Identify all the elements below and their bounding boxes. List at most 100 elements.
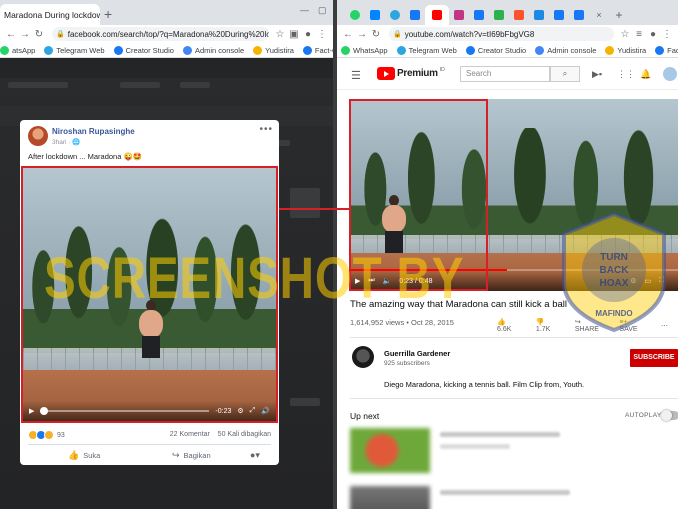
back-icon[interactable]: ← <box>341 29 355 40</box>
bookmark-star-icon[interactable]: ☆ <box>618 29 632 40</box>
bookmark-item[interactable]: Yudistira <box>253 45 294 55</box>
volume-icon[interactable]: 🔊 <box>261 407 270 415</box>
logo-country: ID <box>439 67 445 73</box>
bookmark-item[interactable]: Creator Studio <box>465 45 526 55</box>
tab-brave[interactable] <box>509 5 529 25</box>
bookmark-item[interactable]: Telegram Web <box>44 45 105 55</box>
progress-knob[interactable] <box>40 407 49 415</box>
notifications-bell-icon[interactable]: 🔔 <box>640 69 651 80</box>
reload-icon[interactable]: ↻ <box>32 29 46 40</box>
audience-selector[interactable]: ●▾ <box>250 450 264 461</box>
divider <box>350 337 678 338</box>
tab-facebook-3[interactable] <box>549 5 569 25</box>
account-avatar[interactable] <box>663 67 677 81</box>
bookmark-item[interactable]: atsApp <box>0 45 35 55</box>
youtube-search-input[interactable]: Search <box>460 66 550 82</box>
bookmark-item[interactable]: Telegram Web <box>396 45 457 55</box>
post-divider <box>28 444 271 445</box>
bookmark-item[interactable]: Creator Studio <box>113 45 174 55</box>
tab-whatsapp[interactable] <box>345 5 365 25</box>
tab-facebook-4[interactable] <box>569 5 589 25</box>
blurred-title <box>440 432 560 437</box>
like-label: Suka <box>83 451 101 460</box>
bookmark-label: Yudistira <box>617 45 647 55</box>
like-button[interactable]: 👍 6.6K <box>497 318 526 333</box>
apps-grid-icon[interactable]: ⋮⋮ <box>617 69 635 80</box>
autoplay-toggle[interactable] <box>661 410 678 421</box>
like-button[interactable]: 👍 Suka <box>68 450 100 461</box>
screenshot-watermark: SCREENSHOT BY <box>44 246 465 311</box>
up-next-thumbnail[interactable] <box>350 428 430 473</box>
share-count[interactable]: 50 Kali dibagikan <box>218 431 271 438</box>
tab-facebook-1[interactable] <box>405 5 425 25</box>
channel-avatar[interactable] <box>352 346 374 368</box>
tab-facebook-2[interactable] <box>469 5 489 25</box>
search-icon[interactable]: ⌕ <box>550 66 580 82</box>
close-tab-icon: × <box>596 10 602 20</box>
reaction-summary[interactable]: 93 <box>28 430 65 440</box>
tab-close[interactable]: × <box>589 5 609 25</box>
post-author[interactable]: Niroshan Rupasinghe <box>52 127 135 136</box>
post-time[interactable]: 3hari · 🌐 <box>52 138 80 146</box>
tab-feedly[interactable] <box>489 5 509 25</box>
bookmark-star-icon[interactable]: ☆ <box>273 29 287 40</box>
subscribe-button[interactable]: SUBSCRIBE <box>630 349 678 367</box>
menu-dots-icon[interactable]: ⋮ <box>315 29 329 40</box>
tab-instagram[interactable] <box>449 5 469 25</box>
bookmark-item[interactable]: WhatsApp <box>341 45 388 55</box>
video-description: Diego Maradona, kicking a tennis ball. F… <box>384 380 585 389</box>
author-avatar[interactable] <box>28 126 48 146</box>
badge-top-text: TURN <box>600 252 628 263</box>
ghost-block <box>8 82 68 88</box>
bookmark-label: Telegram Web <box>56 45 105 55</box>
back-icon[interactable]: ← <box>4 29 18 40</box>
share-button[interactable]: ↪ Bagikan <box>172 450 211 461</box>
fullscreen-icon[interactable]: ⤢ <box>250 407 256 415</box>
extension-icon[interactable]: ▣ <box>287 29 301 40</box>
fb-video-progress[interactable] <box>40 407 210 415</box>
ghost-block <box>290 188 320 218</box>
tab-jp[interactable] <box>529 5 549 25</box>
comment-count[interactable]: 22 Komentar <box>170 431 210 438</box>
bookmark-item[interactable]: Yudistira <box>605 45 647 55</box>
bookmark-item[interactable]: Admin console <box>535 45 596 55</box>
tab-messenger[interactable] <box>365 5 385 25</box>
settings-gear-icon[interactable]: ⚙ <box>237 407 243 415</box>
logo-word: Premium <box>397 68 438 79</box>
hamburger-menu-icon[interactable]: ☰ <box>351 69 361 82</box>
tab-youtube-active[interactable] <box>425 5 449 25</box>
more-options-icon[interactable]: ••• <box>259 124 273 135</box>
tab-telegram[interactable] <box>385 5 405 25</box>
new-tab-button[interactable]: + <box>609 5 629 25</box>
bookmark-favicon-icon <box>465 45 475 55</box>
up-next-thumbnail[interactable] <box>350 486 430 509</box>
maximize-icon[interactable]: ▢ <box>318 5 327 16</box>
bookmark-label: Yudistira <box>265 45 294 55</box>
profile-icon[interactable]: ● <box>646 29 660 40</box>
bookmark-item[interactable]: Fact-Checking <box>655 45 678 55</box>
menu-dots-icon[interactable]: ⋮ <box>660 29 674 40</box>
bookmark-label: Admin console <box>194 45 245 55</box>
right-url-text: youtube.com/watch?v=tI69bFbgVG8 <box>404 29 535 39</box>
forward-icon[interactable]: → <box>18 29 32 40</box>
right-bookmarks-bar: WhatsApp Telegram Web Creator Studio Admin … <box>337 43 678 58</box>
tab-maradona-search[interactable]: Maradona During lockdown × <box>0 4 100 25</box>
forward-icon[interactable]: → <box>355 29 369 40</box>
channel-name[interactable]: Guerrilla Gardener <box>384 349 450 358</box>
extension-icon[interactable]: ≡ <box>632 29 646 40</box>
create-video-icon[interactable]: ▶▪ <box>592 69 602 80</box>
youtube-premium-logo[interactable]: Premium ID <box>377 67 445 80</box>
share-label: Bagikan <box>183 451 211 460</box>
reload-icon[interactable]: ↻ <box>369 29 383 40</box>
new-tab-icon[interactable]: + <box>104 6 112 22</box>
play-icon[interactable]: ▶ <box>29 407 34 415</box>
bookmark-item[interactable]: Fact-Checking <box>302 45 333 55</box>
right-address-bar[interactable]: 🔒 youtube.com/watch?v=tI69bFbgVG8 <box>389 27 614 41</box>
left-address-bar[interactable]: 🔒 facebook.com/search/top/?q=Maradona%20… <box>52 27 269 41</box>
bookmark-item[interactable]: Admin console <box>182 45 245 55</box>
ghost-block <box>290 398 320 406</box>
minimize-icon[interactable]: — <box>300 5 309 15</box>
bookmark-label: Creator Studio <box>125 45 174 55</box>
post-header: Niroshan Rupasinghe 3hari · 🌐 ••• <box>20 120 279 152</box>
profile-icon[interactable]: ● <box>301 29 315 40</box>
